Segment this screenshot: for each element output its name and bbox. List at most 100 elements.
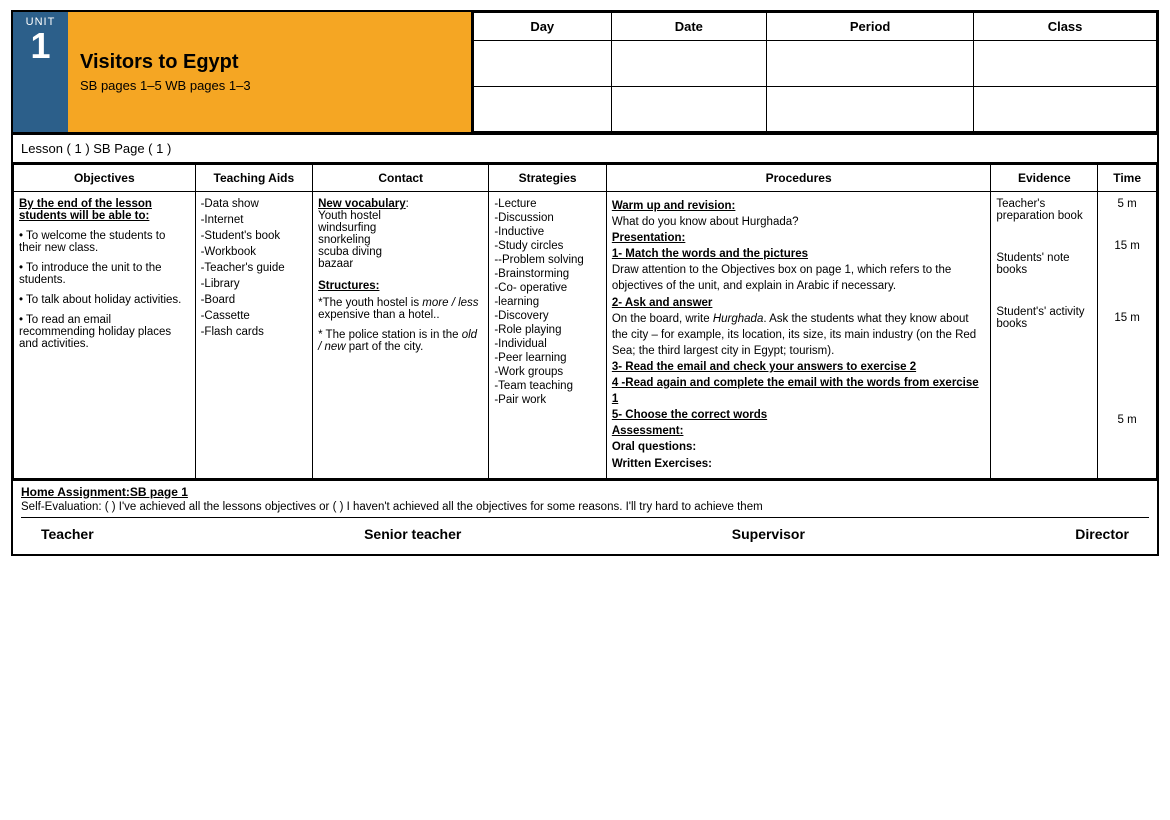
aid-3: -Student's book xyxy=(201,230,308,242)
aids-cell: -Data show -Internet -Student's book -Wo… xyxy=(195,192,313,479)
schedule-table: Day Date Period Class xyxy=(473,12,1157,132)
aid-4: -Workbook xyxy=(201,246,308,258)
main-table: Objectives Teaching Aids Contact Strateg… xyxy=(13,164,1157,479)
header-contact: Contact xyxy=(313,165,489,192)
time-2: 15 m xyxy=(1103,240,1151,252)
strategies-cell: -Lecture -Discussion -Inductive -Study c… xyxy=(489,192,607,479)
evidence-list: Teacher's preparation book Students' not… xyxy=(996,198,1092,330)
unit-pages: SB pages 1–5 WB pages 1–3 xyxy=(80,78,459,93)
schedule-header-period: Period xyxy=(767,13,974,41)
strategy-13: -Work groups xyxy=(494,366,601,378)
unit-title-block: Visitors to Egypt SB pages 1–5 WB pages … xyxy=(68,12,471,132)
strategy-5: --Problem solving xyxy=(494,254,601,266)
struct-heading: Structures: xyxy=(318,280,483,292)
schedule-cell xyxy=(611,41,767,87)
written-heading: Written Exercises: xyxy=(612,458,712,470)
step4-heading: 4 -Read again and complete the email wit… xyxy=(612,377,979,405)
schedule-cell xyxy=(767,41,974,87)
strategy-1: -Lecture xyxy=(494,198,601,210)
schedule-row-1 xyxy=(474,41,1157,87)
header-evidence: Evidence xyxy=(991,165,1098,192)
assessment-heading: Assessment: xyxy=(612,425,684,437)
strategy-10: -Role playing xyxy=(494,324,601,336)
vocab-items: Youth hostelwindsurfingsnorkelingscuba d… xyxy=(318,210,483,270)
presentation-heading: Presentation: xyxy=(612,232,686,244)
director-signature: Director xyxy=(1075,526,1129,542)
footer-section: Home Assignment:SB page 1 Self-Evaluatio… xyxy=(13,479,1157,554)
lesson-plan-container: UNIT 1 Visitors to Egypt SB pages 1–5 WB… xyxy=(11,10,1159,556)
header-objectives: Objectives xyxy=(14,165,196,192)
strategy-4: -Study circles xyxy=(494,240,601,252)
strategy-3: -Inductive xyxy=(494,226,601,238)
schedule-row-2 xyxy=(474,86,1157,132)
objective-2: • To introduce the unit to the students. xyxy=(19,262,190,286)
schedule-cell xyxy=(767,86,974,132)
unit-number: 1 xyxy=(30,28,50,64)
schedule-header-day: Day xyxy=(474,13,612,41)
schedule-cell xyxy=(974,41,1157,87)
strategy-15: -Pair work xyxy=(494,394,601,406)
aid-5: -Teacher's guide xyxy=(201,262,308,274)
step2-heading: 2- Ask and answer xyxy=(612,297,713,309)
schedule-cell xyxy=(611,86,767,132)
contact-cell: New vocabulary: Youth hostelwindsurfings… xyxy=(313,192,489,479)
procedures-content: Warm up and revision: What do you know a… xyxy=(612,198,986,472)
procedures-cell: Warm up and revision: What do you know a… xyxy=(606,192,991,479)
evidence-3: Student's' activity books xyxy=(996,306,1092,330)
lesson-line: Lesson ( 1 ) SB Page ( 1 ) xyxy=(13,134,1157,164)
time-4: 5 m xyxy=(1103,414,1151,426)
strategies-list: -Lecture -Discussion -Inductive -Study c… xyxy=(494,198,601,406)
unit-number-box: UNIT 1 xyxy=(13,12,68,132)
struct-item-2: * The police station is in the old / new… xyxy=(318,329,483,353)
strategy-11: -Individual xyxy=(494,338,601,350)
time-cell: 5 m 15 m 15 m 5 m xyxy=(1098,192,1157,479)
aids-list: -Data show -Internet -Student's book -Wo… xyxy=(201,198,308,338)
objectives-intro: By the end of the lesson students will b… xyxy=(19,198,190,222)
home-assignment: Home Assignment:SB page 1 xyxy=(21,485,1149,499)
strategy-8: -learning xyxy=(494,296,601,308)
evidence-cell: Teacher's preparation book Students' not… xyxy=(991,192,1098,479)
schedule-header-date: Date xyxy=(611,13,767,41)
header-procedures: Procedures xyxy=(606,165,991,192)
aid-2: -Internet xyxy=(201,214,308,226)
step1-text: Draw attention to the Objectives box on … xyxy=(612,264,951,292)
oral-heading: Oral questions: xyxy=(612,441,696,453)
warm-up-text: What do you know about Hurghada? xyxy=(612,216,799,228)
unit-title: Visitors to Egypt xyxy=(80,51,459,74)
struct-item-1: *The youth hostel is more / less expensi… xyxy=(318,297,483,321)
time-1: 5 m xyxy=(1103,198,1151,210)
self-evaluation: Self-Evaluation: ( ) I've achieved all t… xyxy=(21,501,1149,513)
schedule-section: Day Date Period Class xyxy=(473,12,1157,132)
objective-3: • To talk about holiday activities. xyxy=(19,294,190,306)
teacher-signature: Teacher xyxy=(41,526,94,542)
strategy-2: -Discussion xyxy=(494,212,601,224)
strategy-7: -Co- operative xyxy=(494,282,601,294)
step5-heading: 5- Choose the correct words xyxy=(612,409,767,421)
aid-6: -Library xyxy=(201,278,308,290)
aid-1: -Data show xyxy=(201,198,308,210)
objective-4: • To read an email recommending holiday … xyxy=(19,314,190,350)
header-strategies: Strategies xyxy=(489,165,607,192)
evidence-2: Students' note books xyxy=(996,252,1092,276)
aid-7: -Board xyxy=(201,294,308,306)
objectives-cell: By the end of the lesson students will b… xyxy=(14,192,196,479)
header-row: UNIT 1 Visitors to Egypt SB pages 1–5 WB… xyxy=(13,12,1157,134)
header-time: Time xyxy=(1098,165,1157,192)
warm-up-heading: Warm up and revision: xyxy=(612,200,736,212)
time-list: 5 m 15 m 15 m 5 m xyxy=(1103,198,1151,426)
strategy-14: -Team teaching xyxy=(494,380,601,392)
schedule-cell xyxy=(474,86,612,132)
header-aids: Teaching Aids xyxy=(195,165,313,192)
strategy-9: -Discovery xyxy=(494,310,601,322)
strategy-12: -Peer learning xyxy=(494,352,601,364)
schedule-header-class: Class xyxy=(974,13,1157,41)
unit-block: UNIT 1 Visitors to Egypt SB pages 1–5 WB… xyxy=(13,12,473,132)
evidence-1: Teacher's preparation book xyxy=(996,198,1092,222)
objective-1: • To welcome the students to their new c… xyxy=(19,230,190,254)
strategy-6: -Brainstorming xyxy=(494,268,601,280)
aid-8: -Cassette xyxy=(201,310,308,322)
signatures-row: Teacher Senior teacher Supervisor Direct… xyxy=(21,517,1149,550)
main-content-row: By the end of the lesson students will b… xyxy=(14,192,1157,479)
schedule-cell xyxy=(974,86,1157,132)
step1-heading: 1- Match the words and the pictures xyxy=(612,248,808,260)
